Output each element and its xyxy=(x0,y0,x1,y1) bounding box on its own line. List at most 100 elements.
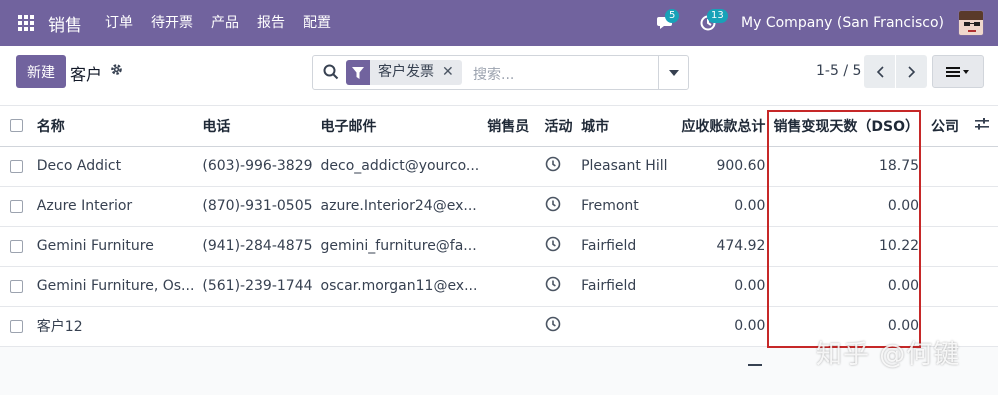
watermark: 知乎 @何键 xyxy=(816,340,961,370)
column-header-activity[interactable]: 活动 xyxy=(540,106,578,147)
table-row[interactable]: Deco Addict (603)-996-3829 deco_addict@y… xyxy=(0,146,998,187)
cell-email: deco_addict@yourco... xyxy=(316,146,484,187)
cell-email: gemini_furniture@fa... xyxy=(316,226,484,267)
navbar-right: 5 13 My Company (San Francisco) xyxy=(651,0,998,46)
cell-phone: (561)-239-1744 xyxy=(198,266,317,307)
cell-city: Fairfield xyxy=(577,226,673,267)
list-view-icon xyxy=(946,66,969,77)
search-input[interactable]: 搜索... xyxy=(473,64,514,84)
activities-badge: 13 xyxy=(707,9,728,23)
cell-salesperson xyxy=(483,306,541,347)
cell-dso: 0.00 xyxy=(769,186,928,227)
cell-name: Deco Addict xyxy=(32,146,199,187)
row-checkbox[interactable] xyxy=(9,319,23,333)
chevron-right-icon xyxy=(907,65,915,78)
avatar-face-icon xyxy=(959,11,983,32)
cell-phone: (870)-931-0505 xyxy=(198,186,317,227)
cell-dso: 10.22 xyxy=(769,226,928,267)
filter-facet-label: 客户发票 xyxy=(378,64,434,80)
row-checkbox[interactable] xyxy=(9,199,23,213)
cell-salesperson xyxy=(483,146,541,187)
column-header-dso[interactable]: 销售变现天数（DSO） xyxy=(769,106,928,147)
cell-salesperson xyxy=(483,186,541,227)
company-switcher[interactable]: My Company (San Francisco) xyxy=(741,15,944,31)
cell-company xyxy=(927,266,971,307)
app-name[interactable]: 销售 xyxy=(48,11,82,36)
sliders-icon xyxy=(974,117,989,130)
search-bar: 客户发票 ✕ 搜索... xyxy=(312,55,689,90)
cell-city: Fairfield xyxy=(577,266,673,307)
cell-company xyxy=(927,226,971,267)
table-row[interactable]: Azure Interior (870)-931-0505 azure.Inte… xyxy=(0,186,998,227)
user-avatar[interactable] xyxy=(958,10,984,36)
main-menu: 订单 待开票 产品 报告 配置 xyxy=(96,0,340,46)
row-checkbox[interactable] xyxy=(9,239,23,253)
pager-previous-button[interactable] xyxy=(864,55,895,88)
search-options-toggle[interactable] xyxy=(658,56,688,89)
activity-clock-icon[interactable] xyxy=(545,236,561,252)
row-checkbox[interactable] xyxy=(9,159,23,173)
table-header-row: 名称 电话 电子邮件 销售员 活动 城市 应收账款总计 销售变现天数（DSO） … xyxy=(0,106,998,147)
cell-name: Gemini Furniture, Os... xyxy=(32,266,199,307)
column-header-phone[interactable]: 电话 xyxy=(198,106,317,147)
column-header-name[interactable]: 名称 xyxy=(32,106,199,147)
list-view-switcher[interactable] xyxy=(932,55,984,88)
cell-total-receivable: 0.00 xyxy=(672,266,770,307)
cell-city: Fremont xyxy=(577,186,673,227)
cell-total-receivable: 900.60 xyxy=(672,146,770,187)
search-icon[interactable] xyxy=(323,64,339,84)
cell-phone: (603)-996-3829 xyxy=(198,146,317,187)
activity-clock-icon[interactable] xyxy=(545,156,561,172)
row-checkbox[interactable] xyxy=(9,279,23,293)
customer-list-table: 名称 电话 电子邮件 销售员 活动 城市 应收账款总计 销售变现天数（DSO） … xyxy=(0,106,998,347)
filter-icon xyxy=(346,60,370,85)
cell-phone: (941)-284-4875 xyxy=(198,226,317,267)
pager-next-button[interactable] xyxy=(896,55,927,88)
activity-clock-icon[interactable] xyxy=(545,276,561,292)
control-panel: 新建 客户 客户发票 ✕ 搜索... 1-5 / 5 xyxy=(0,46,998,106)
activity-clock-icon[interactable] xyxy=(545,316,561,332)
chevron-left-icon xyxy=(876,65,884,78)
menu-item-orders[interactable]: 订单 xyxy=(96,0,142,46)
cell-name: Azure Interior xyxy=(32,186,199,227)
cell-salesperson xyxy=(483,226,541,267)
footer-dash xyxy=(748,364,762,366)
caret-down-icon xyxy=(668,69,679,76)
cell-phone xyxy=(198,306,317,347)
menu-item-configuration[interactable]: 配置 xyxy=(294,0,340,46)
top-navbar: 销售 订单 待开票 产品 报告 配置 5 13 My Company (San … xyxy=(0,0,998,46)
messages-badge: 5 xyxy=(665,9,680,23)
cell-name: Gemini Furniture xyxy=(32,226,199,267)
activities-button[interactable]: 13 xyxy=(693,8,728,38)
optional-columns-toggle[interactable] xyxy=(970,106,998,147)
table-row[interactable]: Gemini Furniture (941)-284-4875 gemini_f… xyxy=(0,226,998,267)
pager-value[interactable]: 1-5 / 5 xyxy=(816,63,861,79)
column-header-city[interactable]: 城市 xyxy=(577,106,673,147)
select-all-checkbox[interactable] xyxy=(9,119,23,133)
gear-icon[interactable] xyxy=(110,63,123,80)
cell-city: Pleasant Hill xyxy=(577,146,673,187)
cell-city xyxy=(577,306,673,347)
messages-button[interactable]: 5 xyxy=(651,8,681,38)
cell-total-receivable: 474.92 xyxy=(672,226,770,267)
table-row[interactable]: Gemini Furniture, Os... (561)-239-1744 o… xyxy=(0,266,998,307)
column-header-email[interactable]: 电子邮件 xyxy=(316,106,484,147)
menu-item-products[interactable]: 产品 xyxy=(202,0,248,46)
filter-facet: 客户发票 ✕ xyxy=(346,60,462,85)
column-header-company[interactable]: 公司 xyxy=(927,106,971,147)
cell-dso: 0.00 xyxy=(769,266,928,307)
cell-company xyxy=(927,146,971,187)
activity-clock-icon[interactable] xyxy=(545,196,561,212)
menu-item-reporting[interactable]: 报告 xyxy=(248,0,294,46)
new-button[interactable]: 新建 xyxy=(16,55,66,88)
app-menu-icon[interactable] xyxy=(18,15,34,31)
cell-total-receivable: 0.00 xyxy=(672,306,770,347)
menu-item-to-invoice[interactable]: 待开票 xyxy=(142,0,202,46)
cell-email: azure.Interior24@ex... xyxy=(316,186,484,227)
breadcrumb: 客户 xyxy=(70,65,103,84)
cell-email: oscar.morgan11@ex... xyxy=(316,266,484,307)
column-header-salesperson[interactable]: 销售员 xyxy=(483,106,541,147)
column-header-total-receivable[interactable]: 应收账款总计 xyxy=(672,106,770,147)
remove-filter-icon[interactable]: ✕ xyxy=(442,60,462,85)
cell-salesperson xyxy=(483,266,541,307)
